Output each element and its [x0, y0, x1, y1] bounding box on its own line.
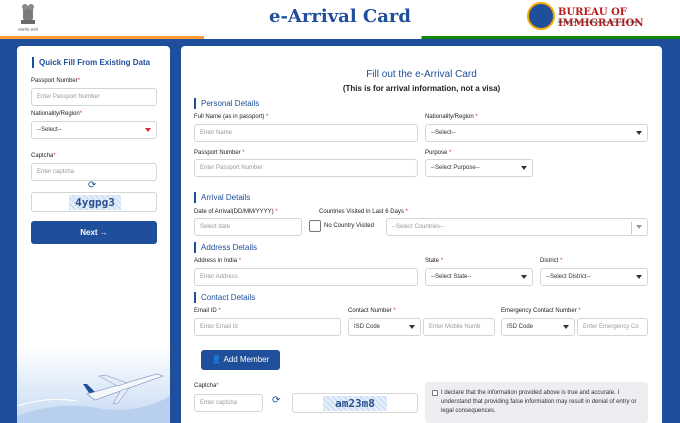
- add-member-button[interactable]: 👤 Add Member: [201, 350, 280, 370]
- refresh-captcha-icon[interactable]: ⟳: [272, 395, 280, 406]
- full-name-label: Full Name (as in passport) *: [194, 114, 269, 120]
- district-label: District *: [540, 258, 563, 264]
- emergency-number-input[interactable]: Enter Emergency Co: [577, 318, 648, 336]
- district-select[interactable]: --Select District--: [540, 268, 648, 286]
- main-captcha-input[interactable]: Enter captcha: [194, 394, 263, 412]
- declaration-checkbox[interactable]: [432, 390, 438, 396]
- contact-number-label: Contact Number *: [348, 308, 396, 314]
- no-country-checkbox[interactable]: [309, 220, 321, 232]
- chevron-down-icon: [636, 225, 642, 229]
- arrival-form-card: Fill out the e-Arrival Card (This is for…: [181, 46, 662, 423]
- passport-input[interactable]: Enter Passport Number: [194, 159, 418, 177]
- chevron-down-icon: [636, 275, 642, 279]
- address-details-heading: Address Details: [194, 242, 257, 253]
- select-divider: [631, 222, 632, 234]
- refresh-captcha-icon[interactable]: ⟳: [88, 180, 96, 191]
- chevron-down-icon: [636, 131, 642, 135]
- quick-nationality-select[interactable]: --Select--: [31, 121, 157, 139]
- form-subtitle: (This is for arrival information, not a …: [342, 84, 501, 93]
- state-select[interactable]: --Select State--: [425, 268, 533, 286]
- airplane-icon: [17, 373, 170, 423]
- declaration-box: I declare that the information provided …: [425, 382, 648, 423]
- site-header: सत्यमेव जयते e-Arrival Card BUREAU OF IM…: [0, 0, 680, 36]
- mobile-number-input[interactable]: Enter Mobile Numb: [423, 318, 495, 336]
- chevron-down-icon: [563, 325, 569, 329]
- chevron-down-icon: [145, 128, 151, 132]
- email-label: Email ID *: [194, 308, 221, 314]
- airplane-illustration: [17, 346, 170, 423]
- nationality-label: Nationality/Region*: [31, 111, 83, 117]
- no-country-label: No Country Visited: [324, 223, 374, 229]
- countries-label: Countries Visited in Last 6 Days *: [319, 209, 408, 215]
- chevron-down-icon: [409, 325, 415, 329]
- arrival-date-label: Date of Arrival(DD/MM/YYYY) *: [194, 209, 278, 215]
- chevron-down-icon: [521, 166, 527, 170]
- captcha-container: 4ygpg3: [31, 192, 157, 212]
- emblem-caption: सत्यमेव जयते: [18, 27, 38, 32]
- bureau-logo-icon: [527, 2, 555, 30]
- add-user-icon: 👤: [211, 355, 222, 364]
- arrival-details-heading: Arrival Details: [194, 192, 250, 203]
- address-label: Address in India *: [194, 258, 242, 264]
- quick-fill-title: Quick Fill From Existing Data: [32, 57, 150, 68]
- tricolor-strip: [0, 36, 680, 39]
- captcha-label: Captcha*: [31, 153, 56, 159]
- nationality-select[interactable]: --Select--: [425, 124, 648, 142]
- chevron-down-icon: [521, 275, 527, 279]
- address-input[interactable]: Enter Address: [194, 268, 418, 286]
- arrival-date-input[interactable]: Select date: [194, 218, 302, 236]
- quick-captcha-input[interactable]: Enter captcha: [31, 163, 157, 181]
- declaration-text: I declare that the information provided …: [441, 390, 637, 414]
- state-label: State *: [425, 258, 444, 264]
- purpose-select[interactable]: --Select Purpose--: [425, 159, 533, 177]
- quick-fill-panel: Quick Fill From Existing Data Passport N…: [17, 46, 170, 423]
- contact-isd-select[interactable]: ISD Code: [348, 318, 421, 336]
- quick-passport-input[interactable]: Enter Passport Number: [31, 88, 157, 106]
- passport-label-main: Passport Number *: [194, 150, 245, 156]
- main-captcha-image: am23m8: [323, 396, 387, 411]
- main-captcha-label: Captcha*: [194, 383, 219, 389]
- main-captcha-container: am23m8: [292, 393, 418, 413]
- personal-details-heading: Personal Details: [194, 98, 259, 109]
- email-input[interactable]: Enter Email Id: [194, 318, 341, 336]
- bureau-subtitle: Ministry of Home Affairs, Government of …: [558, 19, 639, 24]
- emergency-contact-label: Emergency Contact Number *: [501, 308, 581, 314]
- bureau-title: BUREAU OF IMMIGRATION: [558, 7, 644, 29]
- full-name-input[interactable]: Enter Name: [194, 124, 418, 142]
- captcha-image: 4ygpg3: [69, 195, 121, 210]
- countries-select[interactable]: --Select Countries--: [386, 218, 648, 236]
- nationality-label-main: Nationality/Region *: [425, 114, 478, 120]
- contact-details-heading: Contact Details: [194, 292, 255, 303]
- next-button[interactable]: Next →: [31, 221, 157, 244]
- purpose-label: Purpose *: [425, 150, 452, 156]
- passport-label: Passport Number*: [31, 78, 81, 84]
- emergency-isd-select[interactable]: ISD Code: [501, 318, 575, 336]
- form-title: Fill out the e-Arrival Card: [366, 69, 477, 80]
